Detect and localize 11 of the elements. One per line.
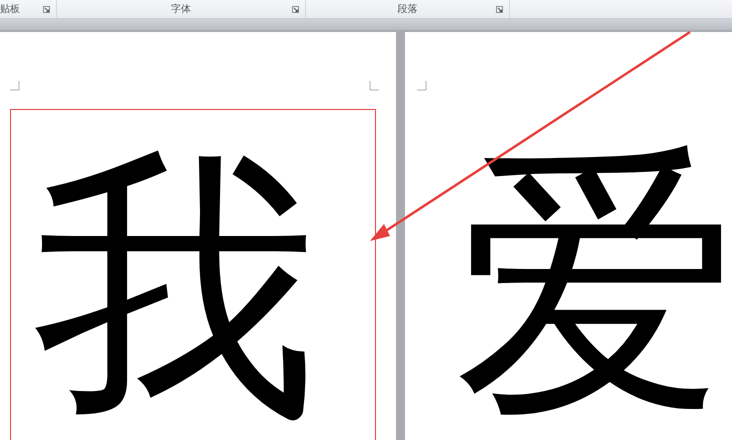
large-character: 爱	[452, 127, 732, 429]
large-character: 我	[32, 131, 319, 433]
dialog-launcher-icon[interactable]	[43, 6, 50, 13]
ribbon-group-label: 段落	[398, 2, 418, 16]
ribbon-group-label: 字体	[171, 2, 191, 16]
margin-corner-icon	[369, 81, 379, 91]
dialog-launcher-icon[interactable]	[496, 6, 503, 13]
margin-corner-icon	[10, 81, 20, 91]
ribbon-group-label: 贴板	[0, 2, 20, 16]
dialog-launcher-icon[interactable]	[292, 6, 299, 13]
margin-corner-icon	[417, 81, 427, 91]
